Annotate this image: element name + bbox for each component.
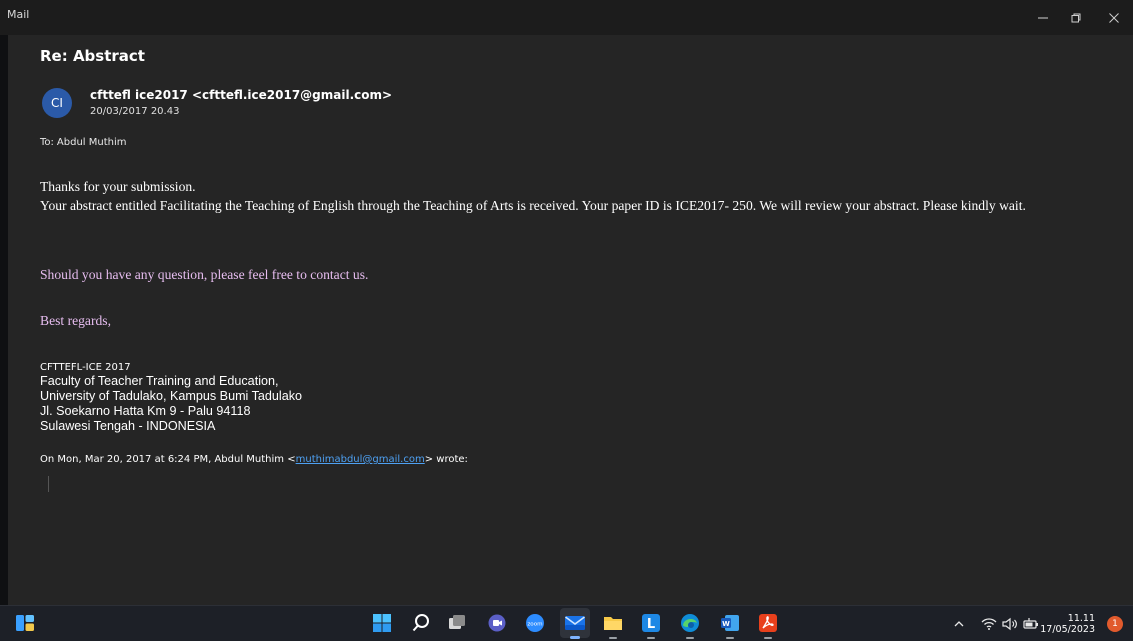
signature-line: Jl. Soekarno Hatta Km 9 - Palu 94118 bbox=[40, 404, 251, 418]
svg-text:W: W bbox=[722, 620, 730, 628]
avatar[interactable]: CI bbox=[42, 88, 72, 118]
clock[interactable]: 11.11 17/05/2023 bbox=[1040, 613, 1095, 635]
quote-header: On Mon, Mar 20, 2017 at 6:24 PM, Abdul M… bbox=[40, 454, 468, 465]
quote-bar bbox=[48, 476, 49, 492]
clock-time: 11.11 bbox=[1067, 613, 1095, 624]
email-date: 20/03/2017 20.43 bbox=[90, 106, 180, 117]
mail-icon[interactable] bbox=[560, 608, 590, 639]
wifi-icon[interactable] bbox=[981, 606, 997, 641]
show-hidden-icons-button[interactable] bbox=[953, 606, 965, 641]
task-view-icon[interactable] bbox=[446, 612, 468, 634]
acrobat-icon[interactable] bbox=[757, 612, 779, 639]
battery-plug-icon[interactable] bbox=[1023, 606, 1039, 641]
zoom-icon[interactable]: zoom bbox=[524, 612, 546, 634]
email-subject: Re: Abstract bbox=[40, 47, 145, 65]
app-title: Mail bbox=[7, 8, 30, 21]
volume-icon[interactable] bbox=[1002, 606, 1018, 641]
chevron-up-icon bbox=[954, 620, 964, 626]
to-line: To: Abdul Muthim bbox=[40, 137, 126, 148]
word-icon[interactable]: W bbox=[719, 612, 741, 639]
body-line-thanks: Thanks for your submission. bbox=[40, 179, 196, 194]
close-icon bbox=[1109, 12, 1119, 23]
signature-org: CFTTEFL-ICE 2017 bbox=[40, 362, 131, 373]
to-label: To: bbox=[40, 137, 54, 148]
quote-prefix: On Mon, Mar 20, 2017 at 6:24 PM, Abdul M… bbox=[40, 454, 296, 465]
clock-date: 17/05/2023 bbox=[1040, 624, 1095, 635]
body-line-abstract: Your abstract entitled Facilitating the … bbox=[40, 198, 1026, 213]
search-icon[interactable] bbox=[410, 612, 432, 634]
close-button[interactable] bbox=[1095, 0, 1133, 35]
body-line-question: Should you have any question, please fee… bbox=[40, 267, 369, 282]
signature-line: Sulawesi Tengah - INDONESIA bbox=[40, 419, 216, 433]
quote-email-link[interactable]: muthimabdul@gmail.com bbox=[296, 454, 425, 465]
chat-icon[interactable] bbox=[486, 612, 508, 634]
reading-pane: Re: Abstract CI cfttefl ice2017 <cfttefl… bbox=[8, 35, 1133, 605]
svg-text:zoom: zoom bbox=[527, 621, 542, 627]
restore-icon bbox=[1071, 13, 1081, 22]
signature-line: University of Tadulako, Kampus Bumi Tadu… bbox=[40, 389, 303, 403]
minimize-icon bbox=[1038, 17, 1048, 18]
svg-text:L: L bbox=[647, 617, 655, 632]
l-app-icon[interactable]: L bbox=[640, 612, 662, 639]
signature-line: Faculty of Teacher Training and Educatio… bbox=[40, 374, 279, 388]
edge-icon[interactable] bbox=[679, 612, 701, 639]
sender-name[interactable]: cfttefl ice2017 <cfttefl.ice2017@gmail.c… bbox=[90, 88, 392, 102]
file-explorer-icon[interactable] bbox=[602, 612, 624, 639]
notification-badge[interactable]: 1 bbox=[1107, 616, 1123, 632]
restore-button[interactable] bbox=[1057, 0, 1095, 35]
title-bar: Mail bbox=[0, 0, 1133, 35]
widgets-icon[interactable] bbox=[14, 612, 36, 634]
body-line-regards: Best regards, bbox=[40, 313, 111, 328]
taskbar: zoom L W 11.11 17/05/2023 1 bbox=[0, 605, 1133, 641]
start-icon[interactable] bbox=[371, 612, 393, 634]
to-recipient[interactable]: Abdul Muthim bbox=[57, 137, 127, 148]
signature-block: CFTTEFL-ICE 2017 Faculty of Teacher Trai… bbox=[40, 361, 640, 434]
quote-suffix: > wrote: bbox=[424, 454, 468, 465]
